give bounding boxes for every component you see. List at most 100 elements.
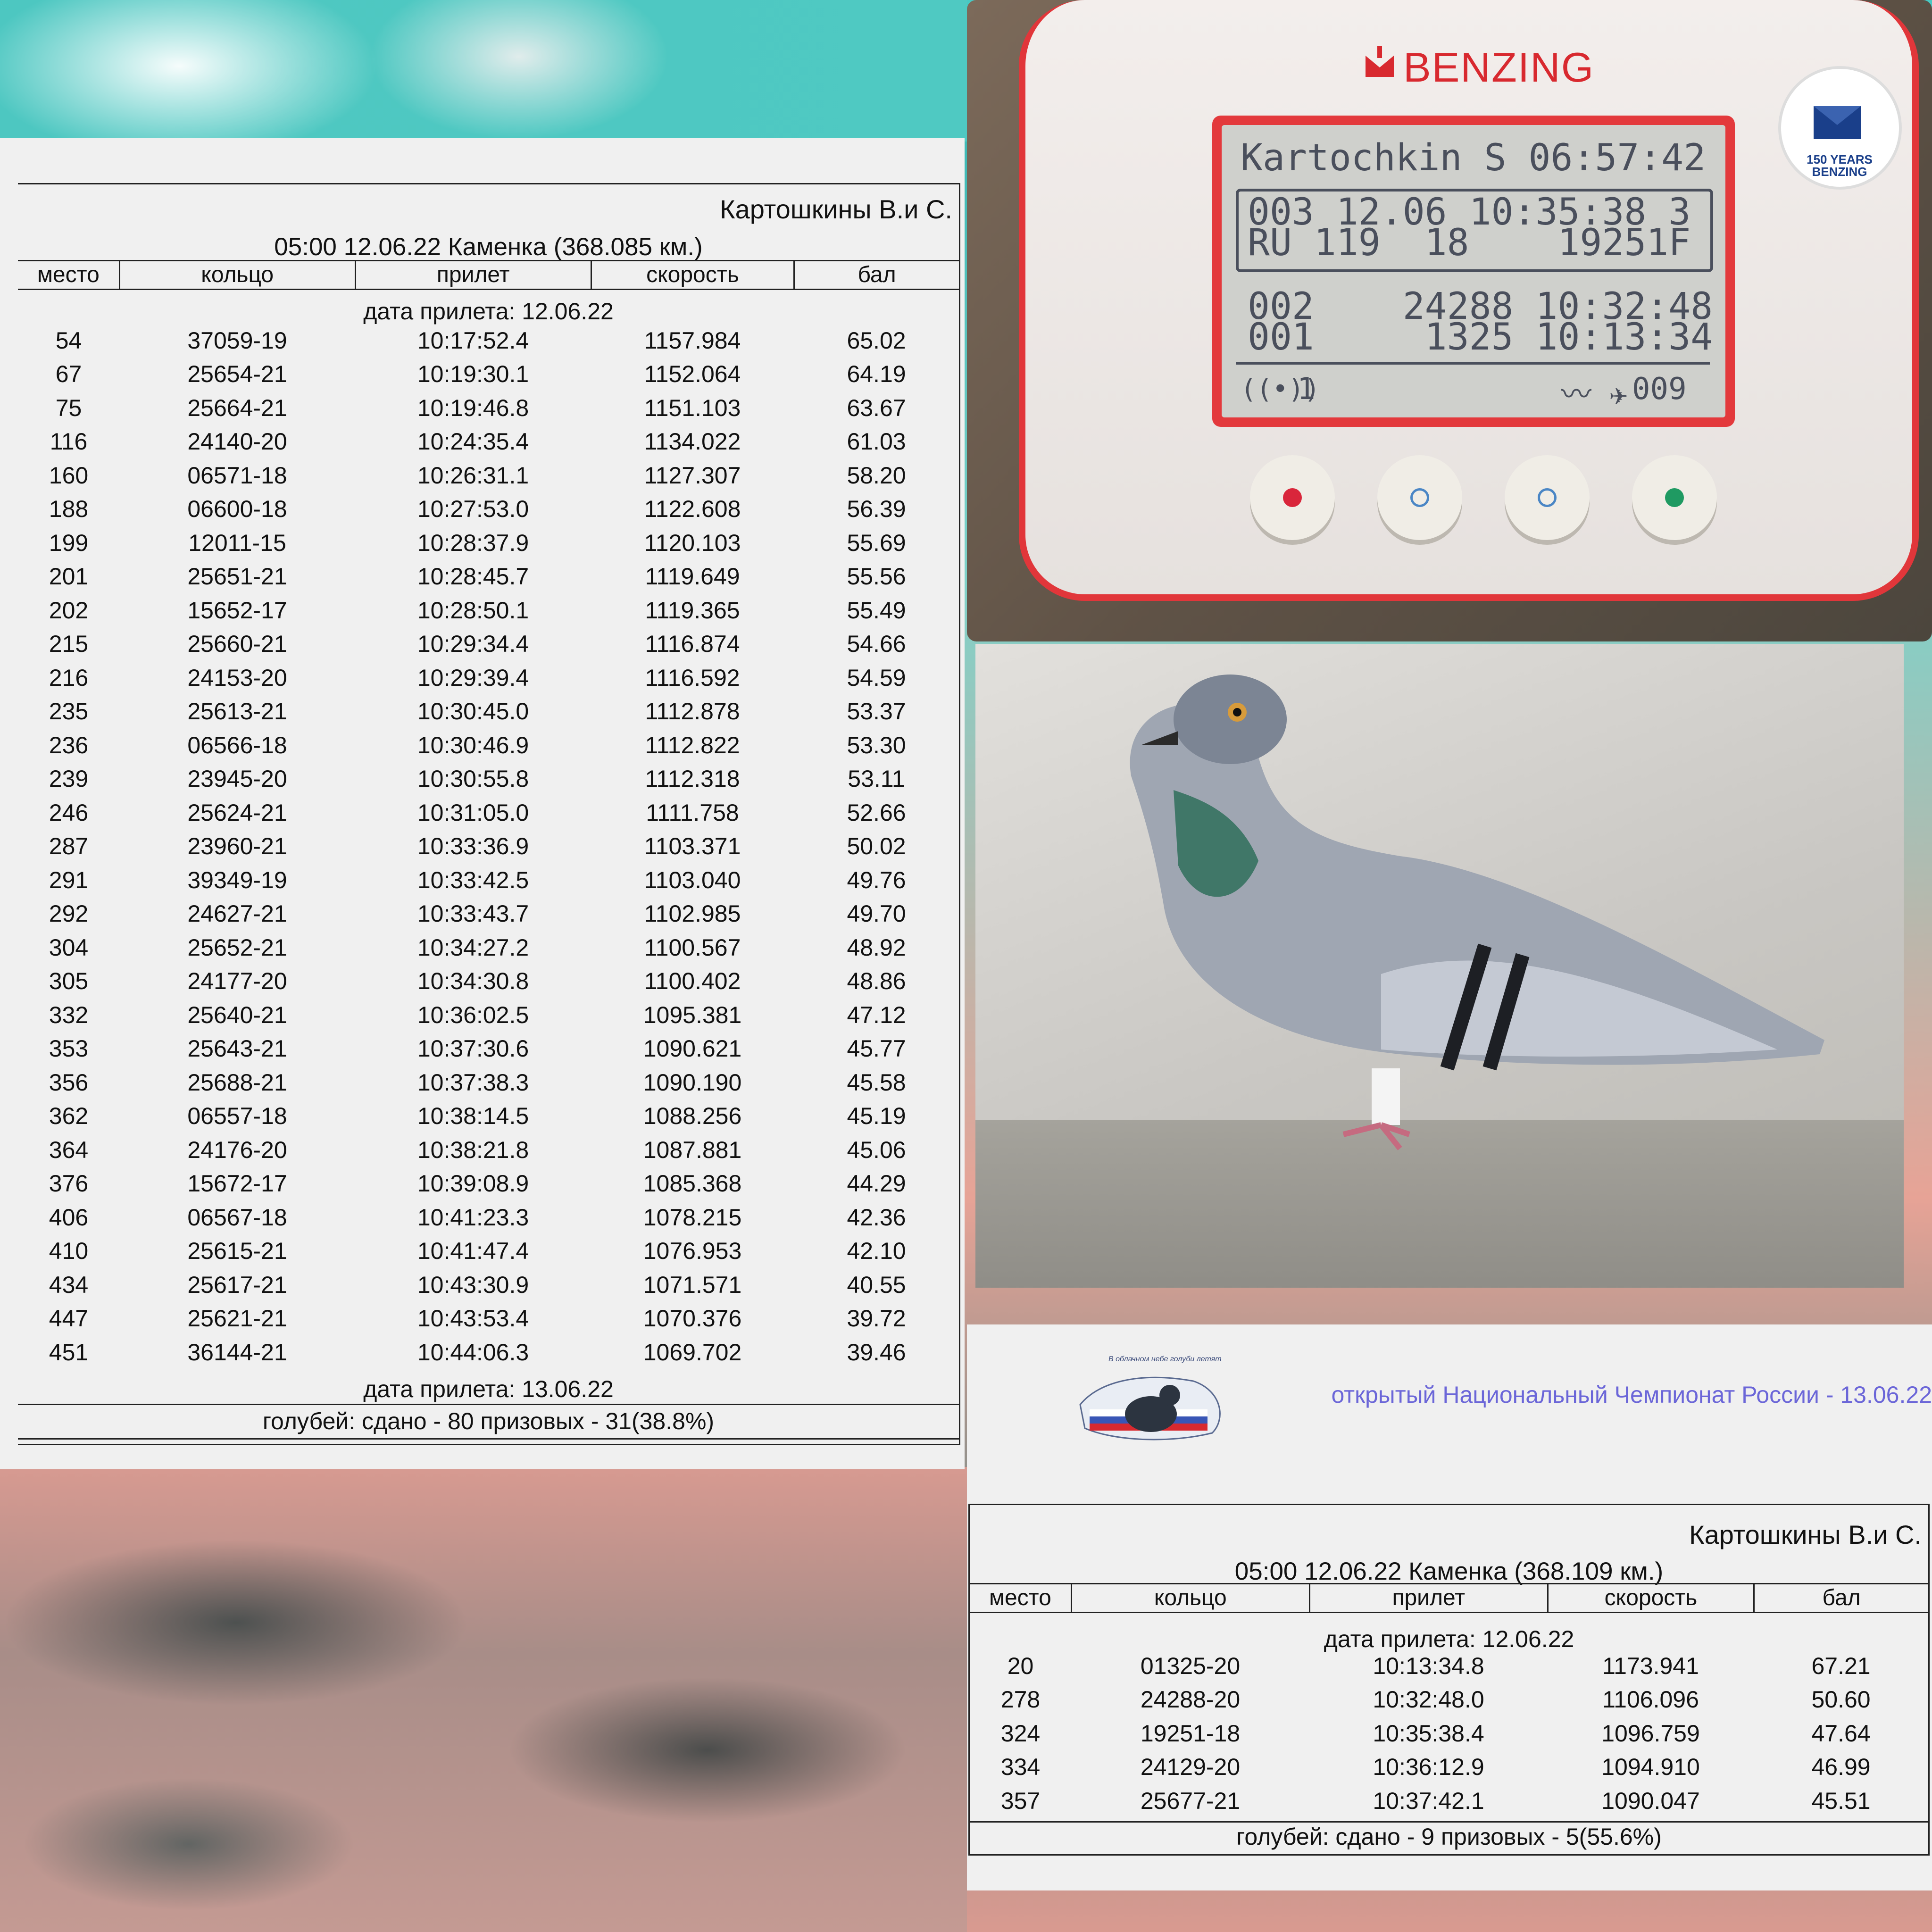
cell-place: 67 — [55, 361, 82, 388]
brand-name: BENZING — [1403, 44, 1595, 91]
cell-ring: 25660-21 — [187, 631, 287, 658]
arrival-date-2: дата прилета: 13.06.22 — [363, 1376, 614, 1402]
benzing-clock-photo: BENZING 150 YEARS BENZING Kartochkin S 0… — [967, 0, 1932, 641]
cell-points: 54.66 — [847, 631, 906, 658]
lcd-line-3: RU 119 18 19251F — [1248, 222, 1691, 264]
cell-arrival: 10:34:27.2 — [417, 934, 529, 961]
cell-arrival: 10:33:36.9 — [417, 833, 529, 860]
cell-place: 246 — [49, 799, 89, 826]
table-row: 334 24129-20 10:36:12.9 1094.910 46.99 — [970, 1750, 1928, 1784]
table-row: 304 25652-21 10:34:27.2 1100.567 48.92 — [18, 931, 959, 965]
device-button-4[interactable] — [1632, 455, 1717, 540]
table-row: 278 24288-20 10:32:48.0 1106.096 50.60 — [970, 1683, 1928, 1717]
device-button-1[interactable] — [1250, 455, 1335, 540]
cell-place: 278 — [1000, 1686, 1041, 1713]
cell-ring: 25677-21 — [1140, 1787, 1241, 1814]
table-row: 287 23960-21 10:33:36.9 1103.371 50.02 — [18, 830, 959, 864]
cell-arrival: 10:41:47.4 — [417, 1238, 529, 1265]
cell-points: 46.99 — [1811, 1754, 1871, 1781]
blue-ring-icon — [1538, 488, 1557, 507]
lcd-line-5: 001 1325 10:13:34 — [1248, 316, 1713, 358]
cell-ring: 06571-18 — [187, 462, 287, 489]
cell-place: 305 — [49, 968, 89, 995]
table-header: место кольцо прилет скорость бал — [18, 260, 959, 290]
table-row: 116 24140-20 10:24:35.4 1134.022 61.03 — [18, 425, 959, 459]
sky-background-top — [0, 0, 967, 142]
cell-place: 54 — [55, 327, 82, 354]
cell-arrival: 10:29:34.4 — [417, 631, 529, 658]
cell-points: 64.19 — [847, 361, 906, 388]
table-row: 451 36144-21 10:44:06.3 1069.702 39.46 — [18, 1335, 959, 1369]
cell-place: 451 — [49, 1339, 89, 1366]
table-row: 199 12011-15 10:28:37.9 1120.103 55.69 — [18, 526, 959, 560]
summary: голубей: сдано - 80 призовых - 31(38.8%) — [18, 1404, 959, 1440]
championship-logo — [1079, 1376, 1221, 1441]
cell-speed: 1112.878 — [645, 698, 740, 725]
cell-arrival: 10:33:42.5 — [417, 866, 529, 893]
cell-speed: 1071.571 — [643, 1271, 742, 1298]
cell-place: 20 — [1007, 1652, 1034, 1679]
blue-ring-icon — [1410, 488, 1429, 507]
cell-arrival: 10:30:55.8 — [417, 766, 529, 792]
cell-place: 364 — [49, 1136, 89, 1163]
cell-ring: 06557-18 — [187, 1103, 287, 1130]
cell-arrival: 10:29:39.4 — [417, 664, 529, 691]
cell-points: 39.46 — [847, 1339, 906, 1366]
cell-place: 287 — [49, 833, 89, 860]
table-row: 236 06566-18 10:30:46.9 1112.822 53.30 — [18, 728, 959, 762]
cell-ring: 25688-21 — [187, 1069, 287, 1096]
cell-arrival: 10:28:50.1 — [417, 597, 529, 624]
cell-speed: 1076.953 — [643, 1238, 742, 1265]
header-place: место — [18, 261, 120, 289]
race-info: 05:00 12.06.22 Каменка (368.109 км.) — [1234, 1557, 1664, 1585]
cell-ring: 24140-20 — [187, 428, 287, 455]
table-row: 188 06600-18 10:27:53.0 1122.608 56.39 — [18, 492, 959, 526]
header-place: место — [970, 1584, 1072, 1612]
cell-ring: 12011-15 — [188, 529, 286, 556]
red-dot-icon — [1283, 488, 1302, 507]
cell-place: 304 — [49, 934, 89, 961]
cell-ring: 36144-21 — [187, 1339, 287, 1366]
device-button-3[interactable] — [1505, 455, 1590, 540]
cell-points: 45.19 — [847, 1103, 906, 1130]
table-row: 362 06557-18 10:38:14.5 1088.256 45.19 — [18, 1099, 959, 1133]
cell-ring: 23945-20 — [187, 766, 287, 792]
cell-ring: 24129-20 — [1140, 1754, 1241, 1781]
cell-ring: 15652-17 — [187, 597, 287, 624]
cell-ring: 25640-21 — [187, 1001, 287, 1028]
cell-points: 48.86 — [847, 968, 906, 995]
cell-points: 40.55 — [847, 1271, 906, 1298]
cell-points: 47.64 — [1811, 1720, 1871, 1747]
cell-points: 39.72 — [847, 1305, 906, 1332]
cell-ring: 24627-21 — [187, 900, 287, 927]
cell-place: 353 — [49, 1035, 89, 1062]
cell-speed: 1116.592 — [645, 664, 740, 691]
cell-ring: 25651-21 — [187, 563, 287, 590]
cell-ring: 24177-20 — [187, 968, 287, 995]
table-row: 434 25617-21 10:43:30.9 1071.571 40.55 — [18, 1268, 959, 1302]
cell-ring: 06566-18 — [187, 732, 287, 758]
lcd-status-left: 1 — [1297, 372, 1316, 407]
cell-arrival: 10:19:46.8 — [417, 394, 529, 421]
cell-arrival: 10:39:08.9 — [417, 1170, 529, 1197]
cell-arrival: 10:13:34.8 — [1373, 1652, 1484, 1679]
lcd-status-right: 009 — [1632, 372, 1687, 407]
cell-points: 50.02 — [847, 833, 906, 860]
cell-arrival: 10:44:06.3 — [417, 1339, 529, 1366]
cell-speed: 1095.381 — [643, 1001, 742, 1028]
cell-arrival: 10:35:38.4 — [1373, 1720, 1484, 1747]
table-row: 447 25621-21 10:43:53.4 1070.376 39.72 — [18, 1302, 959, 1336]
cell-speed: 1134.022 — [644, 428, 741, 455]
results-table-left: Картошкины В.и С. 05:00 12.06.22 Каменка… — [18, 183, 960, 1445]
cell-speed: 1088.256 — [643, 1103, 742, 1130]
cell-points: 42.36 — [847, 1204, 906, 1231]
table-row: 364 24176-20 10:38:21.8 1087.881 45.06 — [18, 1133, 959, 1167]
cell-place: 116 — [50, 428, 88, 455]
device-button-2[interactable] — [1377, 455, 1462, 540]
table-row: 357 25677-21 10:37:42.1 1090.047 45.51 — [970, 1784, 1928, 1818]
cell-points: 45.06 — [847, 1136, 906, 1163]
table-row: 305 24177-20 10:34:30.8 1100.402 48.86 — [18, 965, 959, 999]
cell-points: 45.58 — [847, 1069, 906, 1096]
table-header: место кольцо прилет скорость бал — [970, 1583, 1928, 1613]
pigeon-illustration — [1130, 675, 1824, 1150]
